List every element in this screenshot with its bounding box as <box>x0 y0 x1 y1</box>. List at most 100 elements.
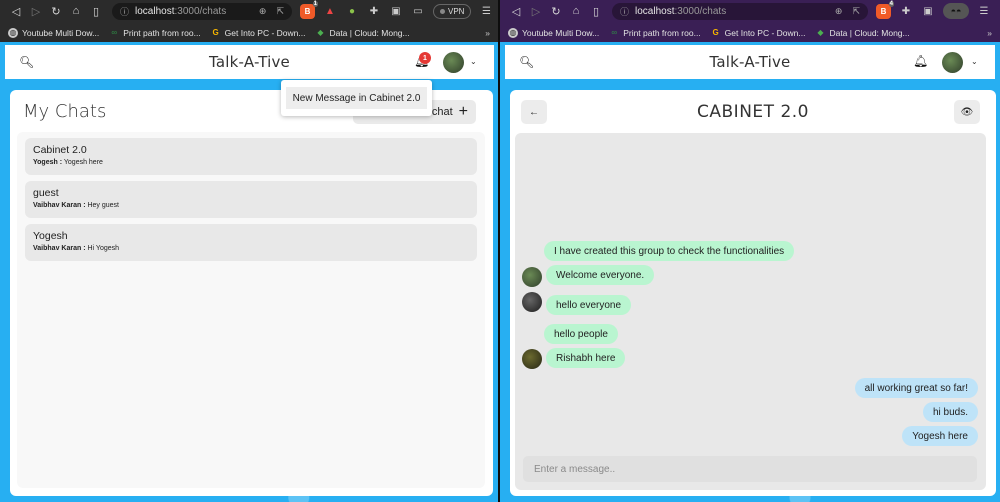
sidebar-icon[interactable]: ▣ <box>921 4 935 18</box>
url-host: localhost <box>135 5 175 17</box>
sender-avatar <box>522 292 542 312</box>
wallet-icon[interactable]: ▭ <box>411 4 425 18</box>
forward-icon[interactable]: ▷ <box>526 2 546 20</box>
browser-window-left: ◁ ▷ ↻ ⌂ ▯ ⓘ localhost:3000/chats ⊕ ⇱ B1 … <box>0 0 498 502</box>
bookmark-item[interactable]: ◆ Data | Cloud: Mong... <box>315 28 409 38</box>
sidebar-icon[interactable]: ▣ <box>389 4 403 18</box>
bookmark-icon[interactable]: ▯ <box>86 2 106 20</box>
extensions-puzzle-icon[interactable]: ✚ <box>367 4 381 18</box>
home-icon[interactable]: ⌂ <box>66 2 86 20</box>
latest-text: Hey guest <box>87 202 120 209</box>
url-path: :3000/chats <box>174 5 227 17</box>
zoom-icon[interactable]: ⊕ <box>259 6 267 17</box>
bookmarks-overflow[interactable]: » <box>485 28 490 38</box>
address-bar[interactable]: ⓘ localhost:3000/chats ⊕ ⇱ <box>612 2 868 20</box>
brave-rewards-icon[interactable]: ▲ <box>323 4 337 18</box>
forward-icon[interactable]: ▷ <box>26 2 46 20</box>
browser-toolbar: ◁ ▷ ↻ ⌂ ▯ ⓘ localhost:3000/chats ⊕ ⇱ B4 … <box>500 0 1000 23</box>
chat-list-item[interactable]: Cabinet 2.0 Yogesh : Yogesh here <box>25 138 477 175</box>
eye-icon: 👁︎ <box>960 106 974 118</box>
nav-bar: ◁ ▷ ↻ ⌂ ▯ ⓘ localhost:3000/chats ⊕ ⇱ B4 … <box>500 0 1000 22</box>
home-icon[interactable]: ⌂ <box>566 2 586 20</box>
message-bubble: Welcome everyone. <box>546 265 655 285</box>
chat-list-item[interactable]: guest Vaibhav Karan : Hey guest <box>25 181 477 218</box>
view-details-button[interactable]: 👁︎ <box>954 100 980 124</box>
avatar[interactable] <box>443 52 464 73</box>
bookmark-item[interactable]: ◆ Data | Cloud: Mong... <box>815 28 909 38</box>
app-header: 🔍︎ Talk-A-Tive 🔔︎ 1 ⌄ <box>5 45 494 79</box>
bookmark-item[interactable]: G Get Into PC - Down... <box>211 28 306 38</box>
message-bubble: Rishabh here <box>546 348 626 368</box>
chat-name: guest <box>33 187 59 199</box>
bookmark-label: Get Into PC - Down... <box>224 27 306 38</box>
url-host: localhost <box>635 5 675 17</box>
bookmark-item[interactable]: ◍ Youtube Multi Dow... <box>508 27 600 38</box>
mongodb-leaf-icon: ◆ <box>317 27 324 37</box>
message-bubble: Yogesh here <box>902 426 978 446</box>
bookmarks-bar: ◍ Youtube Multi Dow... ∞ Print path from r… <box>500 23 1000 42</box>
sender-avatar <box>522 267 542 287</box>
plus-icon: + <box>458 103 468 120</box>
vpn-label: VPN <box>448 6 465 16</box>
zoom-icon[interactable]: ⊕ <box>835 6 843 17</box>
latest-message: Yogesh : Yogesh here <box>33 159 469 166</box>
chevron-down-icon[interactable]: ⌄ <box>971 57 978 66</box>
bookmark-icon[interactable]: ▯ <box>586 2 606 20</box>
brave-shields-icon[interactable]: B1 <box>300 0 318 19</box>
notification-menu-item[interactable]: New Message in Cabinet 2.0 <box>286 87 427 109</box>
extension-green-icon[interactable]: ● <box>345 4 359 18</box>
my-chats-title: My Chats <box>23 101 107 122</box>
menu-icon[interactable]: ☰ <box>977 4 991 18</box>
bookmark-item[interactable]: ∞ Print path from roo... <box>609 28 700 38</box>
g-icon: G <box>712 27 719 37</box>
extensions-area: B4 ✚ ▣ ◓◓ ☰ <box>876 0 991 19</box>
message-bubble: hi buds. <box>922 402 978 422</box>
latest-message: Vaibhav Karan : Hey guest <box>33 202 469 209</box>
sender-avatar <box>522 349 542 369</box>
my-chats-panel: My Chats chat + Cabinet 2.0 Yogesh : Yog… <box>10 90 493 496</box>
address-bar[interactable]: ⓘ localhost:3000/chats ⊕ ⇱ <box>112 2 292 20</box>
bookmark-item[interactable]: ◍ Youtube Multi Dow... <box>8 27 99 38</box>
avatar[interactable] <box>942 52 963 73</box>
message-bubble: hello people <box>544 324 618 344</box>
info-icon: ⓘ <box>620 6 630 17</box>
gfg-icon: ∞ <box>611 27 618 37</box>
nav-bar: ◁ ▷ ↻ ⌂ ▯ ⓘ localhost:3000/chats ⊕ ⇱ B1 … <box>0 0 498 22</box>
message-input[interactable] <box>523 456 977 482</box>
reload-icon[interactable]: ↻ <box>546 2 566 20</box>
bookmark-item[interactable]: ∞ Print path from roo... <box>109 28 200 38</box>
reload-icon[interactable]: ↻ <box>46 2 66 20</box>
extensions-area: B1 ▲ ● ✚ ▣ ▭ VPN ☰ <box>300 0 493 19</box>
latest-message: Vaibhav Karan : Hi Yogesh <box>33 245 469 252</box>
messages-area: I have created this group to check the f… <box>515 133 986 490</box>
chat-list-item[interactable]: Yogesh Vaibhav Karan : Hi Yogesh <box>25 224 477 261</box>
new-group-label: chat <box>431 106 453 118</box>
vpn-button[interactable]: VPN <box>433 3 472 19</box>
notification-menu: New Message in Cabinet 2.0 <box>281 80 432 116</box>
bell-icon[interactable]: 🔔︎ <box>913 54 928 68</box>
share-icon[interactable]: ⇱ <box>852 6 860 17</box>
back-icon[interactable]: ◁ <box>6 2 26 20</box>
bookmarks-overflow[interactable]: » <box>987 28 992 38</box>
bookmark-label: Print path from roo... <box>123 27 201 38</box>
brave-shields-icon[interactable]: B4 <box>876 0 894 19</box>
bookmark-item[interactable]: G Get Into PC - Down... <box>711 28 806 38</box>
brave-shields-count: 4 <box>888 0 894 7</box>
extensions-puzzle-icon[interactable]: ✚ <box>899 4 913 18</box>
globe-icon: ◍ <box>8 27 18 38</box>
chat-name: Yogesh <box>33 230 68 242</box>
back-icon[interactable]: ◁ <box>506 2 526 20</box>
message-bubble: I have created this group to check the f… <box>544 241 795 261</box>
bookmark-label: Youtube Multi Dow... <box>522 27 600 38</box>
chevron-down-icon[interactable]: ⌄ <box>470 57 477 66</box>
menu-icon[interactable]: ☰ <box>479 4 493 18</box>
latest-sender: Vaibhav Karan : <box>33 202 86 209</box>
message-bubble: all working great so far! <box>854 378 978 398</box>
chat-name: Cabinet 2.0 <box>33 144 87 156</box>
private-window-icon: ◓◓ <box>943 3 969 19</box>
notification-badge: 1 <box>419 52 431 64</box>
share-icon[interactable]: ⇱ <box>276 6 284 17</box>
chat-title: CABINET 2.0 <box>697 102 809 122</box>
url-path: :3000/chats <box>674 5 727 17</box>
latest-sender: Vaibhav Karan : <box>33 245 86 252</box>
